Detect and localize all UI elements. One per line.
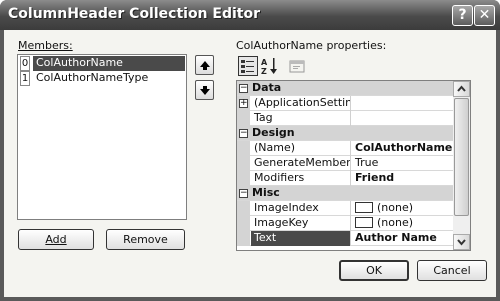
chevron-up-icon [457,85,466,92]
remove-button[interactable]: Remove [106,229,185,250]
scroll-down-button[interactable] [453,234,470,250]
move-up-button[interactable] [195,55,214,75]
window-title: ColumnHeader Collection Editor [8,6,260,22]
property-value[interactable]: Author Name [352,231,453,246]
property-toolbar: A Z [236,54,471,80]
property-name: Text [251,231,351,246]
dialog-window: ColumnHeader Collection Editor ? ✕ Membe… [0,0,500,301]
list-item-name: ColAuthorNameType [36,71,149,84]
category-label: Data [252,81,282,94]
scrollbar-thumb[interactable] [454,98,469,216]
scroll-up-button[interactable] [453,81,470,97]
property-row[interactable]: Modifiers Friend [237,171,470,186]
arrow-down-icon [200,86,210,95]
row-gutter [237,111,250,126]
property-value[interactable] [352,96,453,111]
category-row-misc[interactable]: − Misc [237,186,470,201]
property-row[interactable]: Tag [237,111,470,126]
list-item-name: ColAuthorName [33,56,185,71]
category-row-design[interactable]: − Design [237,126,470,141]
svg-text:Z: Z [261,67,267,76]
categorized-button[interactable] [238,56,258,76]
ok-button[interactable]: OK [339,260,409,281]
property-row[interactable]: ImageIndex (none) [237,201,470,216]
row-gutter [237,156,250,171]
row-gutter [237,231,250,246]
property-name: (ApplicationSettings) [251,96,351,111]
row-gutter [237,171,250,186]
property-name: Tag [251,111,351,126]
category-row-data[interactable]: − Data [237,81,470,96]
title-bar[interactable]: ColumnHeader Collection Editor ? ✕ [0,0,500,30]
dialog-client-area: Members: 0 ColAuthorName 1 ColAuthorName… [4,30,496,297]
help-button[interactable]: ? [452,5,473,26]
property-pages-icon [289,60,305,73]
property-name: ImageIndex [251,201,351,216]
property-value[interactable]: (none) [352,201,453,216]
collapse-icon[interactable]: − [239,189,248,198]
chevron-down-icon [457,239,466,246]
alphabetical-icon: A Z [261,58,277,76]
property-row[interactable]: (Name) ColAuthorName [237,141,470,156]
list-item[interactable]: 0 ColAuthorName [19,56,185,71]
property-value[interactable]: True [352,156,453,171]
close-button[interactable]: ✕ [474,5,495,26]
image-swatch-icon [355,217,373,228]
row-gutter [237,141,250,156]
property-value[interactable] [352,111,453,126]
property-row[interactable]: ImageKey (none) [237,216,470,231]
property-name: Modifiers [251,171,351,186]
list-item[interactable]: 1 ColAuthorNameType [19,71,185,86]
property-name: GenerateMember [251,156,351,171]
category-label: Design [252,126,295,139]
alphabetical-button[interactable]: A Z [260,56,280,76]
property-value-text: (none) [377,201,414,214]
list-item-index: 1 [20,71,30,86]
property-row[interactable]: GenerateMember True [237,156,470,171]
expand-icon[interactable]: + [239,99,248,108]
property-value-text: (none) [377,216,414,229]
row-gutter [237,201,250,216]
property-value[interactable]: (none) [352,216,453,231]
property-row[interactable]: + (ApplicationSettings) [237,96,470,111]
members-list[interactable]: 0 ColAuthorName 1 ColAuthorNameType [17,54,187,220]
collapse-icon[interactable]: − [239,129,248,138]
property-row-selected[interactable]: Text Author Name [237,231,470,246]
members-label-text: Members: [18,39,73,52]
move-down-button[interactable] [195,80,214,100]
property-value[interactable]: Friend [352,171,453,186]
list-item-index: 0 [20,56,30,71]
property-grid[interactable]: − Data + (ApplicationSettings) Tag − Des… [236,80,471,251]
members-label: Members: [18,39,73,52]
property-name: (Name) [251,141,351,156]
add-button[interactable]: Add [18,229,94,250]
vertical-scrollbar[interactable] [453,81,470,250]
collapse-icon[interactable]: − [239,84,248,93]
row-gutter: + [237,96,250,111]
properties-label: ColAuthorName properties: [236,39,387,52]
property-pages-button[interactable] [288,56,308,76]
svg-text:A: A [261,58,268,67]
property-value[interactable]: ColAuthorName [352,141,453,156]
row-gutter [237,216,250,231]
categorized-icon [241,60,254,73]
cancel-button[interactable]: Cancel [417,260,487,281]
category-label: Misc [252,186,280,199]
arrow-up-icon [200,61,210,70]
image-swatch-icon [355,202,373,213]
property-name: ImageKey [251,216,351,231]
add-button-label: Add [45,233,67,246]
